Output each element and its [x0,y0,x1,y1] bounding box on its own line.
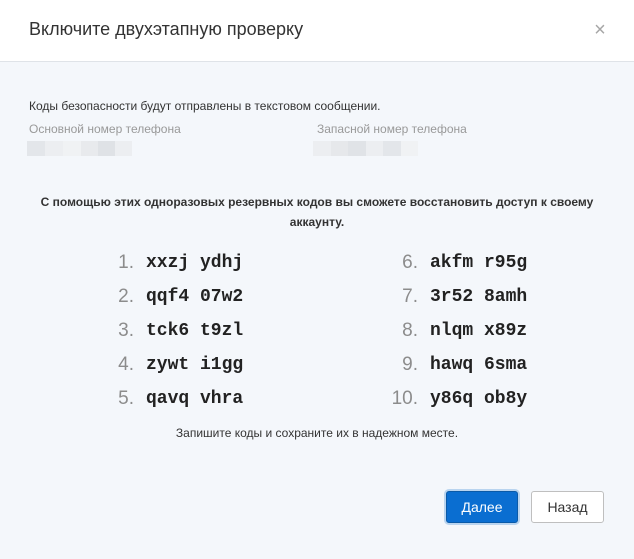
backup-code-row: 6. akfm r95g [388,246,527,280]
backup-codes-column-left: 1. xxzj ydhj 2. qqf4 07w2 3. tck6 t9zl 4… [106,246,243,416]
backup-phone-label: Запасной номер телефона [317,122,467,136]
backup-code: hawq 6sma [430,355,528,375]
backup-code-row: 3. tck6 t9zl [106,314,243,348]
backup-code: tck6 t9zl [146,321,244,341]
backup-code: qqf4 07w2 [146,287,244,307]
backup-code: zywt i1gg [146,355,244,375]
backup-code: 3r52 8amh [430,287,528,307]
code-number: 10. [391,388,418,409]
code-number: 3. [118,320,134,341]
dialog-title: Включите двухэтапную проверку [29,19,304,39]
code-number: 7. [402,286,418,307]
dialog-header: Включите двухэтапную проверку × [0,0,634,62]
code-number: 8. [402,320,418,341]
backup-code-row: 10. y86q ob8y [388,382,528,416]
back-button[interactable]: Назад [531,491,604,523]
next-button[interactable]: Далее [446,491,518,523]
code-number: 9. [402,354,418,375]
code-number: 4. [118,354,134,375]
backup-code: qavq vhra [146,389,244,409]
backup-codes-heading: С помощью этих одноразовых резервных код… [40,195,594,229]
backup-code: xxzj ydhj [146,253,244,273]
save-codes-note: Запишите коды и сохраните их в надежном … [175,426,459,440]
backup-code-row: 8. nlqm x89z [388,314,527,348]
backup-codes-column-right: 6. akfm r95g 7. 3r52 8amh 8. nlqm x89z 9… [388,246,528,416]
info-text: Коды безопасности будут отправлены в тек… [29,99,381,113]
backup-code-row: 7. 3r52 8amh [388,280,527,314]
backup-code: y86q ob8y [430,389,528,409]
backup-code-row: 1. xxzj ydhj [106,246,243,280]
code-number: 2. [118,286,134,307]
backup-code-row: 5. qavq vhra [106,382,243,416]
backup-code-row: 2. qqf4 07w2 [106,280,243,314]
primary-phone-value-masked [27,141,132,156]
primary-phone-label: Основной номер телефона [29,122,181,136]
code-number: 5. [118,388,134,409]
close-icon[interactable]: × [590,19,610,41]
backup-code: nlqm x89z [430,321,528,341]
backup-code-row: 4. zywt i1gg [106,348,243,382]
code-number: 6. [402,252,418,273]
code-number: 1. [118,252,134,273]
backup-phone-value-masked [313,141,418,156]
backup-code: akfm r95g [430,253,528,273]
backup-code-row: 9. hawq 6sma [388,348,527,382]
